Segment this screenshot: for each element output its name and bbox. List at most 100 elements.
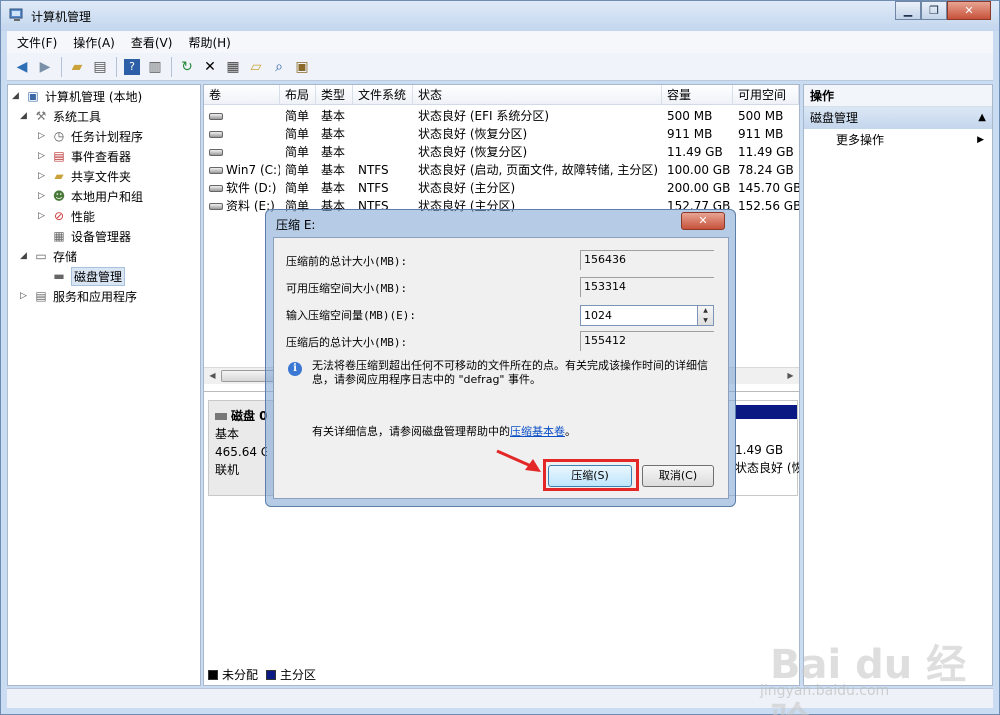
tree-item-label: 计算机管理 (本地) xyxy=(45,89,143,104)
maximize-button[interactable]: ❐ xyxy=(921,1,947,20)
partition-status: 状态良好 (恢 xyxy=(735,461,799,475)
table-cell xyxy=(204,107,280,125)
spin-up-icon[interactable]: ▲ xyxy=(698,306,713,316)
scroll-left-icon[interactable]: ◀ xyxy=(204,368,221,384)
disk-settings-button[interactable]: ▣ xyxy=(291,56,313,78)
performance-icon: ⊘ xyxy=(53,209,65,223)
tree-item-event-viewer[interactable]: ▷ ▤ 事件查看器 xyxy=(38,146,131,166)
shrink-amount-spinner[interactable]: ▲ ▼ xyxy=(698,305,714,326)
spin-down-icon[interactable]: ▼ xyxy=(698,316,713,326)
tree-item-task-scheduler[interactable]: ▷ ◷ 任务计划程序 xyxy=(38,126,143,146)
table-cell xyxy=(204,125,280,143)
collapse-arrow-icon[interactable]: ▷ xyxy=(38,151,48,161)
column-filesystem[interactable]: 文件系统 xyxy=(353,85,413,105)
help-line: 有关详细信息，请参阅磁盘管理帮助中的压缩基本卷。 xyxy=(312,423,576,439)
shrink-dialog-title: 压缩 E: xyxy=(276,218,316,232)
minimize-icon: ▁ xyxy=(903,4,913,17)
tree-item-services-apps[interactable]: ▷ ▤ 服务和应用程序 xyxy=(20,286,137,306)
collapse-icon[interactable]: ▲ xyxy=(978,107,986,129)
partition-info[interactable]: 1.49 GB 状态良好 (恢 xyxy=(735,441,799,477)
properties-button[interactable]: ▦ xyxy=(222,56,244,78)
table-cell: 500 MB xyxy=(733,107,799,125)
collapse-arrow-icon[interactable]: ▷ xyxy=(38,191,48,201)
column-capacity[interactable]: 容量 xyxy=(662,85,733,105)
menu-help[interactable]: 帮助(H) xyxy=(188,34,230,51)
cell-text: 基本 xyxy=(321,163,346,177)
menu-action[interactable]: 操作(A) xyxy=(73,34,115,51)
shrink-basic-volume-link[interactable]: 压缩基本卷 xyxy=(510,425,565,438)
refresh-button[interactable]: ↻ xyxy=(176,56,198,78)
actions-section-disk-management[interactable]: 磁盘管理 ▲ xyxy=(804,107,992,129)
tree-item-system-tools[interactable]: ◢ ⚒ 系统工具 xyxy=(20,106,101,126)
cell-text: 简单 xyxy=(285,145,310,159)
menu-file[interactable]: 文件(F) xyxy=(17,34,57,51)
table-cell: 基本 xyxy=(316,179,353,197)
tree-item-disk-management[interactable]: ▬ 磁盘管理 xyxy=(51,266,126,286)
expand-arrow-icon[interactable]: ◢ xyxy=(20,251,30,261)
cell-text: 简单 xyxy=(285,109,310,123)
table-row[interactable]: 软件 (D:) 简单 基本 NTFS 状态良好 (主分区) 200.00 GB 145.70… xyxy=(204,179,799,197)
available-space-value: 153314 xyxy=(580,277,714,297)
tree-item-storage[interactable]: ◢ ▭ 存储 xyxy=(20,246,77,266)
table-row[interactable]: Win7 (C:) 简单 基本 NTFS 状态良好 (启动, 页面文件, 故障转储, 主… xyxy=(204,161,799,179)
tree-item-label: 性能 xyxy=(71,209,96,224)
column-free-space[interactable]: 可用空间 xyxy=(733,85,799,105)
show-tree-button[interactable]: ▤ xyxy=(89,56,111,78)
minimize-button[interactable]: ▁ xyxy=(895,1,921,20)
table-cell: 11.49 GB xyxy=(733,143,799,161)
disk-label-panel: 磁盘 0 基本 465.64 GB 联机 xyxy=(209,401,273,495)
collapse-arrow-icon[interactable]: ▷ xyxy=(38,211,48,221)
help-button[interactable]: ? xyxy=(121,56,143,78)
cell-text: 简单 xyxy=(285,127,310,141)
scroll-right-icon[interactable]: ▶ xyxy=(782,368,799,384)
expand-arrow-icon[interactable]: ◢ xyxy=(20,111,30,121)
column-status[interactable]: 状态 xyxy=(413,85,662,105)
collapse-arrow-icon[interactable]: ▷ xyxy=(38,131,48,141)
open-button[interactable]: ▱ xyxy=(245,56,267,78)
actions-pane: 操作 磁盘管理 ▲ 更多操作 ▶ xyxy=(803,84,993,686)
cancel-button[interactable]: 取消(C) xyxy=(642,465,714,487)
cell-text: 11.49 GB xyxy=(667,145,723,159)
column-type[interactable]: 类型 xyxy=(316,85,353,105)
table-row[interactable]: 简单 基本 状态良好 (恢复分区) 911 MB 911 MB xyxy=(204,125,799,143)
more-actions-item[interactable]: 更多操作 ▶ xyxy=(804,129,992,151)
up-folder-icon: ▰ xyxy=(71,58,83,75)
up-button[interactable]: ▰ xyxy=(66,56,88,78)
tree-item-shared-folders[interactable]: ▷ ▰ 共享文件夹 xyxy=(38,166,131,186)
tree-item-root[interactable]: ◢ ▣ 计算机管理 (本地) xyxy=(12,86,142,106)
submenu-arrow-icon: ▶ xyxy=(977,135,984,145)
menu-bar: 文件(F) 操作(A) 查看(V) 帮助(H) xyxy=(7,31,993,53)
column-layout[interactable]: 布局 xyxy=(280,85,316,105)
back-arrow-icon: ◀ xyxy=(16,58,28,75)
column-volume[interactable]: 卷 xyxy=(204,85,280,105)
primary-partition-swatch xyxy=(266,669,277,680)
table-row[interactable]: 简单 基本 状态良好 (EFI 系统分区) 500 MB 500 MB xyxy=(204,107,799,125)
toolbar-separator xyxy=(116,56,117,77)
title-bar[interactable]: 计算机管理 ▁ ❐ ✕ xyxy=(1,1,999,31)
storage-icon: ▭ xyxy=(35,249,47,263)
tree-item-performance[interactable]: ▷ ⊘ 性能 xyxy=(38,206,95,226)
menu-view[interactable]: 查看(V) xyxy=(131,34,173,51)
tools-icon: ⚒ xyxy=(35,109,47,123)
computer-management-icon xyxy=(9,8,23,21)
table-cell: 基本 xyxy=(316,125,353,143)
close-button[interactable]: ✕ xyxy=(947,1,991,20)
tree-item-device-manager[interactable]: ▦ 设备管理器 xyxy=(51,226,131,246)
close-icon: ✕ xyxy=(698,214,708,227)
tree-item-local-users[interactable]: ▷ ☻ 本地用户和组 xyxy=(38,186,143,206)
back-button[interactable]: ◀ xyxy=(11,56,33,78)
search-button[interactable]: ⌕ xyxy=(268,56,290,78)
shrink-amount-input[interactable]: 1024 xyxy=(580,305,698,326)
partition-color-bar xyxy=(735,405,797,419)
table-cell: 简单 xyxy=(280,107,316,125)
forward-button[interactable]: ▶ xyxy=(34,56,56,78)
dialog-close-button[interactable]: ✕ xyxy=(681,212,725,230)
collapse-arrow-icon[interactable]: ▷ xyxy=(38,171,48,181)
expand-arrow-icon[interactable]: ◢ xyxy=(12,91,22,101)
show-pane-button[interactable]: ▥ xyxy=(144,56,166,78)
delete-button[interactable]: ✕ xyxy=(199,56,221,78)
tree-item-label: 服务和应用程序 xyxy=(53,289,138,304)
collapse-arrow-icon[interactable]: ▷ xyxy=(20,291,30,301)
table-row[interactable]: 简单 基本 状态良好 (恢复分区) 11.49 GB 11.49 GB xyxy=(204,143,799,161)
table-cell: 基本 xyxy=(316,143,353,161)
